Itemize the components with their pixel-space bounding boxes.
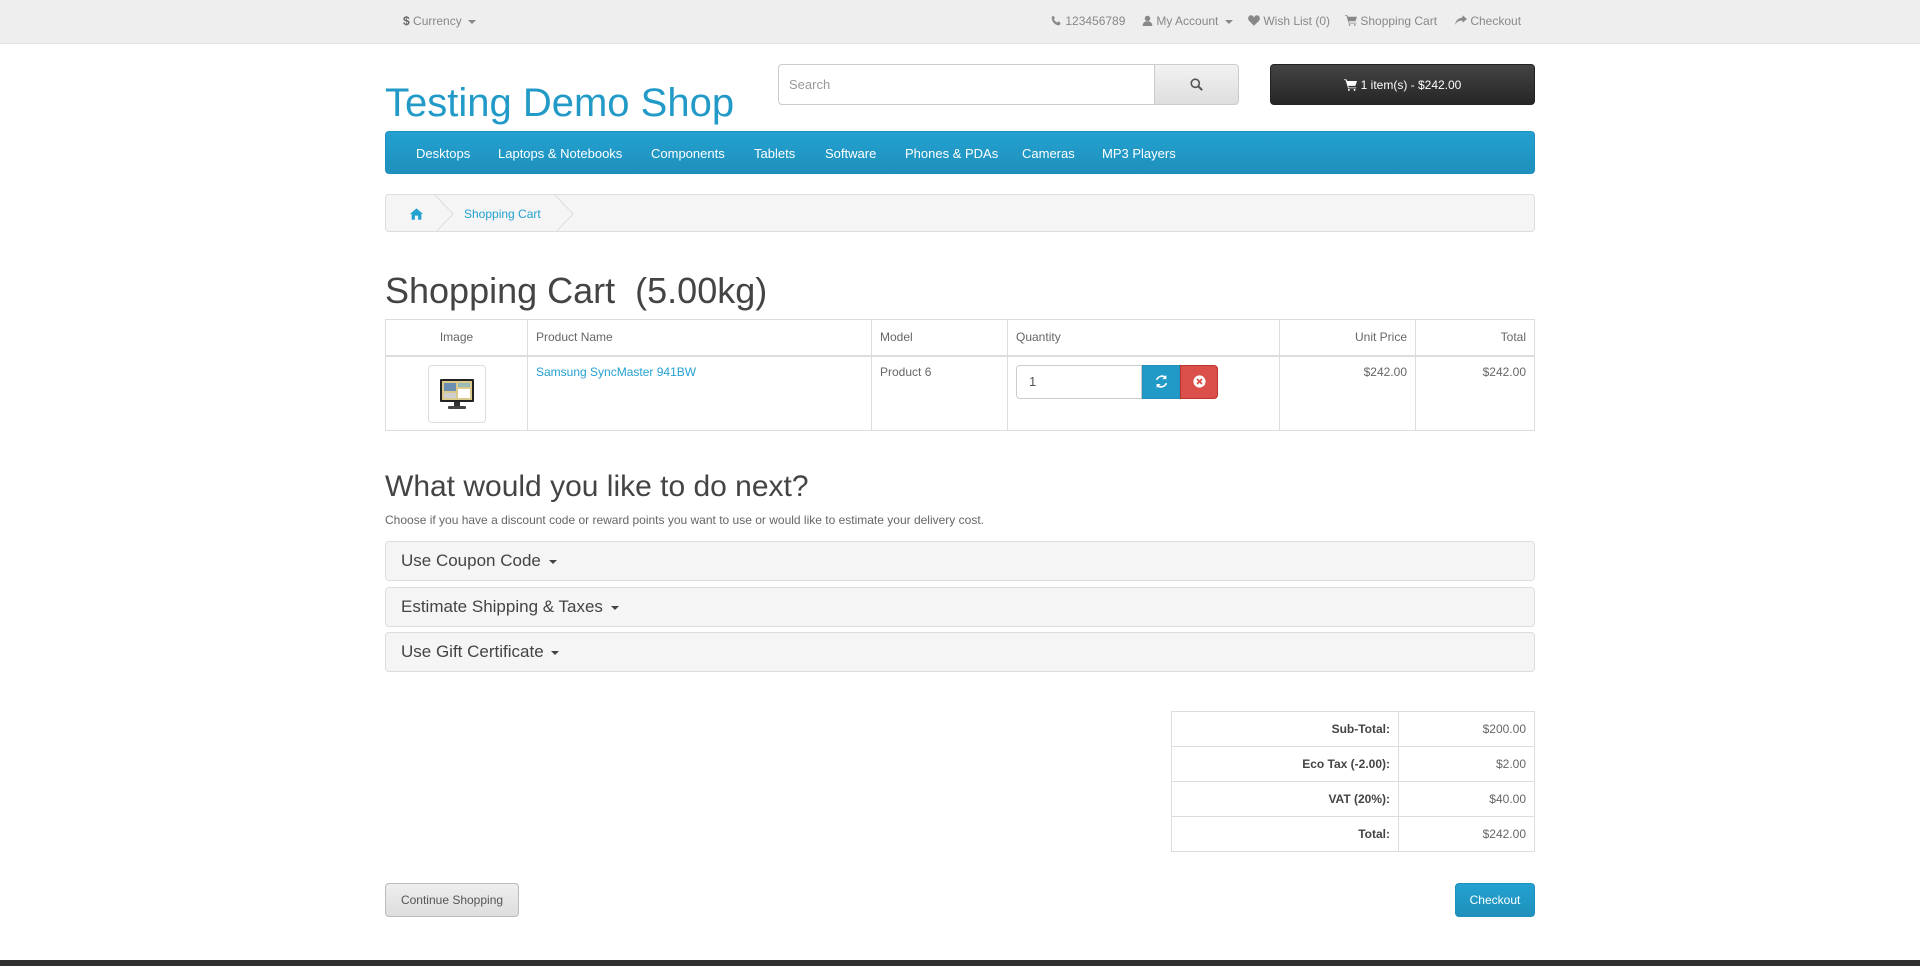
subtotal-value: $200.00 (1398, 711, 1535, 747)
model-cell: Product 6 (871, 355, 1008, 431)
column-header-unit-price: Unit Price (1279, 319, 1416, 357)
gift-certificate-panel[interactable]: Use Gift Certificate (385, 632, 1535, 672)
cart-icon (1343, 78, 1357, 91)
table-row: Sub-Total: $200.00 (1171, 711, 1535, 747)
remove-icon (1192, 375, 1206, 388)
table-row: Eco Tax (-2.00): $2.00 (1171, 746, 1535, 782)
coupon-code-panel[interactable]: Use Coupon Code (385, 541, 1535, 581)
cart-total-button[interactable]: 1 item(s) - $242.00 (1270, 64, 1535, 105)
checkout-label: Checkout (1470, 14, 1522, 28)
estimate-shipping-label: Estimate Shipping & Taxes (401, 597, 603, 616)
chevron-down-icon (468, 19, 477, 24)
grand-total-label: Total: (1171, 816, 1399, 852)
checkout-link[interactable]: Checkout (1455, 0, 1521, 42)
vat-label: VAT (20%): (1171, 781, 1399, 817)
column-header-model: Model (871, 319, 1008, 357)
update-quantity-button[interactable] (1142, 364, 1180, 399)
shopping-cart-link[interactable]: Shopping Cart (1345, 0, 1437, 42)
quantity-cell (1007, 355, 1280, 431)
currency-label: Currency (413, 14, 462, 28)
table-row: Samsung SyncMaster 941BW Product 6 $242.… (385, 355, 1535, 431)
continue-shopping-button[interactable]: Continue Shopping (385, 883, 519, 917)
cart-table: Image Product Name Model Quantity Unit P… (385, 319, 1535, 431)
phone-icon (1051, 15, 1061, 26)
search-icon (1190, 78, 1203, 91)
estimate-shipping-panel[interactable]: Estimate Shipping & Taxes (385, 587, 1535, 627)
next-steps-heading: What would you like to do next? (385, 470, 809, 503)
table-row: Total: $242.00 (1171, 816, 1535, 852)
breadcrumb: Shopping Cart (385, 194, 1535, 232)
my-account-label: My Account (1156, 14, 1219, 28)
menu-item-mp3-players[interactable]: MP3 Players (1102, 132, 1176, 175)
vat-value: $40.00 (1398, 781, 1535, 817)
menu-item-phones[interactable]: Phones & PDAs (905, 132, 998, 175)
breadcrumb-separator (554, 195, 574, 231)
user-icon (1142, 15, 1153, 26)
wish-list-label: Wish List (0) (1263, 14, 1331, 28)
table-header-row: Image Product Name Model Quantity Unit P… (385, 319, 1535, 357)
product-thumbnail[interactable] (427, 364, 486, 423)
checkout-button[interactable]: Checkout (1455, 883, 1535, 917)
menu-item-desktops[interactable]: Desktops (416, 132, 470, 175)
product-name-cell: Samsung SyncMaster 941BW (527, 355, 872, 431)
grand-total-value: $242.00 (1398, 816, 1535, 852)
page-title: Shopping Cart (5.00kg) (385, 270, 768, 311)
breadcrumb-separator (434, 195, 454, 231)
chevron-down-icon (1224, 19, 1233, 24)
chevron-down-icon (610, 605, 619, 610)
my-account-dropdown[interactable]: My Account (1142, 0, 1233, 42)
totals-table: Sub-Total: $200.00 Eco Tax (-2.00): $2.0… (1171, 711, 1535, 852)
shop-logo[interactable]: Testing Demo Shop (385, 78, 734, 128)
refresh-icon (1155, 375, 1167, 388)
chevron-down-icon (548, 559, 557, 564)
product-image-cell (385, 355, 528, 431)
column-header-total: Total (1415, 319, 1535, 357)
search-bar (778, 64, 1239, 105)
breadcrumb-home[interactable] (396, 195, 436, 231)
menu-item-software[interactable]: Software (825, 132, 876, 175)
menu-item-laptops[interactable]: Laptops & Notebooks (498, 132, 622, 175)
cart-total-label: 1 item(s) - $242.00 (1360, 77, 1462, 92)
eco-tax-value: $2.00 (1398, 746, 1535, 782)
table-row: VAT (20%): $40.00 (1171, 781, 1535, 817)
monitor-image (439, 378, 474, 409)
cart-icon (1345, 15, 1357, 26)
quantity-group (1016, 364, 1271, 399)
wish-list-link[interactable]: Wish List (0) (1248, 0, 1330, 42)
top-bar: $ Currency 123456789 My Account Wish Lis… (0, 0, 1920, 44)
subtotal-label: Sub-Total: (1171, 711, 1399, 747)
gift-certificate-label: Use Gift Certificate (401, 642, 544, 661)
column-header-product-name: Product Name (527, 319, 872, 357)
heart-icon (1248, 15, 1260, 26)
remove-item-button[interactable] (1180, 364, 1218, 399)
main-menu: Desktops Laptops & Notebooks Components … (385, 131, 1535, 174)
home-icon (409, 208, 423, 220)
shopping-cart-label: Shopping Cart (1360, 14, 1438, 28)
next-steps-description: Choose if you have a discount code or re… (385, 513, 984, 527)
eco-tax-label: Eco Tax (-2.00): (1171, 746, 1399, 782)
total-cell: $242.00 (1415, 355, 1535, 431)
product-name-link[interactable]: Samsung SyncMaster 941BW (536, 365, 696, 379)
menu-item-tablets[interactable]: Tablets (754, 132, 795, 175)
column-header-image: Image (385, 319, 528, 357)
currency-symbol: $ (403, 14, 410, 28)
coupon-code-label: Use Coupon Code (401, 551, 541, 570)
phone-number: 123456789 (1065, 14, 1126, 28)
unit-price-cell: $242.00 (1279, 355, 1416, 431)
footer (0, 960, 1920, 966)
menu-item-components[interactable]: Components (651, 132, 725, 175)
search-input[interactable] (778, 64, 1156, 105)
phone-link[interactable]: 123456789 (1051, 0, 1125, 42)
chevron-down-icon (551, 650, 560, 655)
share-icon (1455, 15, 1467, 25)
breadcrumb-shopping-cart[interactable]: Shopping Cart (464, 195, 541, 231)
search-button[interactable] (1154, 64, 1239, 105)
column-header-quantity: Quantity (1007, 319, 1280, 357)
currency-dropdown[interactable]: $ Currency (403, 0, 477, 42)
quantity-input[interactable] (1016, 364, 1142, 399)
menu-item-cameras[interactable]: Cameras (1022, 132, 1075, 175)
